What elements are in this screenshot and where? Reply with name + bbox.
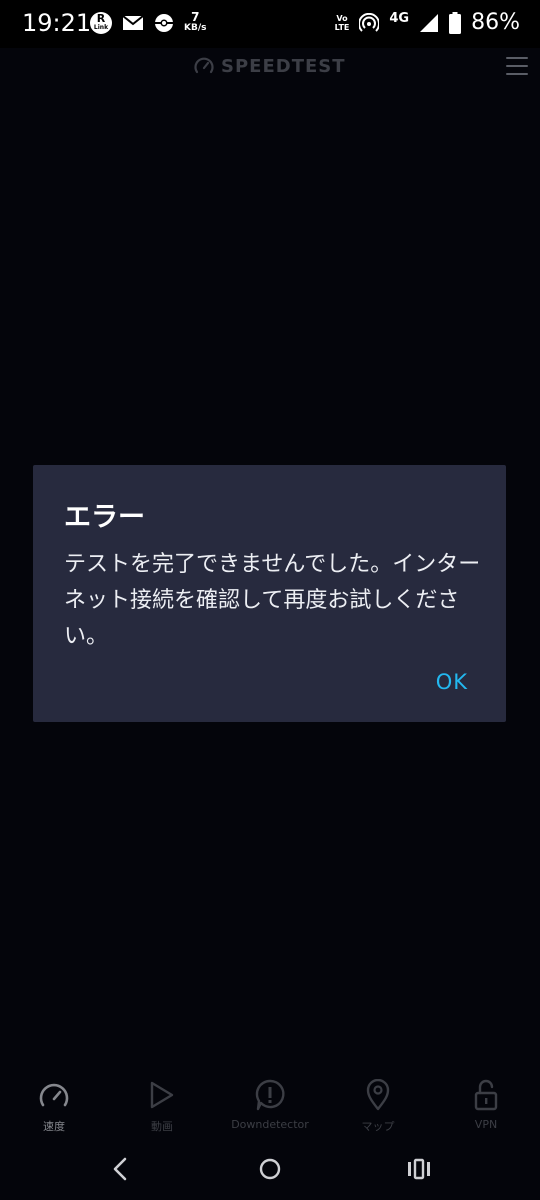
signal-icon (420, 13, 439, 32)
logo-text: SPEEDTEST (221, 55, 346, 77)
recents-button[interactable] (406, 1156, 432, 1186)
system-nav-bar (0, 1142, 540, 1200)
nav-label-video: 動画 (151, 1120, 173, 1133)
speedometer-icon (39, 1083, 69, 1107)
error-dialog: エラー テストを完了できませんでした。インターネット接続を確認して再度お試しくだ… (33, 465, 506, 722)
dialog-message: テストを完了できませんでした。インターネット接続を確認して再度お試しください。 (64, 552, 481, 649)
back-chevron-icon (113, 1157, 127, 1181)
nav-label-downdetector: Downdetector (231, 1118, 309, 1131)
nav-label-map: マップ (361, 1120, 395, 1133)
unlock-icon (474, 1079, 498, 1111)
home-circle-icon (259, 1158, 281, 1180)
bottom-nav: 速度 動画 Downdetector マップ VPN (0, 1072, 540, 1142)
status-bar: 19:21 R Link 7 KB/s Vo LTE 4G 86% (0, 0, 540, 48)
nav-item-speed[interactable]: 速度 (0, 1072, 108, 1142)
status-time: 19:21 (22, 9, 92, 37)
ok-button[interactable]: OK (436, 670, 468, 694)
speedtest-logo: SPEEDTEST (193, 55, 346, 77)
nav-item-vpn[interactable]: VPN (432, 1072, 540, 1142)
nav-label-speed: 速度 (43, 1120, 65, 1133)
nav-item-video[interactable]: 動画 (108, 1072, 216, 1142)
battery-percent: 86% (471, 10, 520, 35)
data-rate: 7 KB/s (184, 10, 207, 33)
volte-icon: Vo LTE (334, 13, 350, 32)
back-button[interactable] (110, 1156, 130, 1186)
r-link-icon: R Link (90, 12, 112, 34)
nav-label-vpn: VPN (474, 1118, 498, 1131)
map-pin-icon (366, 1079, 390, 1111)
mail-icon (122, 15, 144, 30)
home-button[interactable] (258, 1156, 282, 1186)
status-system-icons: Vo LTE 4G 86% (335, 10, 520, 35)
nav-item-downdetector[interactable]: Downdetector (216, 1072, 324, 1142)
dialog-title: エラー (64, 502, 145, 533)
hotspot-icon (359, 12, 380, 32)
status-notification-icons: R Link 7 KB/s (90, 10, 207, 34)
pokeball-icon (155, 14, 173, 32)
battery-icon (449, 11, 462, 34)
recents-icon (408, 1158, 430, 1180)
speedometer-logo-icon (194, 57, 214, 74)
play-icon (150, 1081, 174, 1109)
nav-item-map[interactable]: マップ (324, 1072, 432, 1142)
network-type: 4G (389, 11, 410, 26)
alert-bubble-icon (255, 1079, 285, 1111)
hamburger-menu-icon[interactable] (506, 57, 528, 75)
app-header: SPEEDTEST (0, 48, 540, 88)
